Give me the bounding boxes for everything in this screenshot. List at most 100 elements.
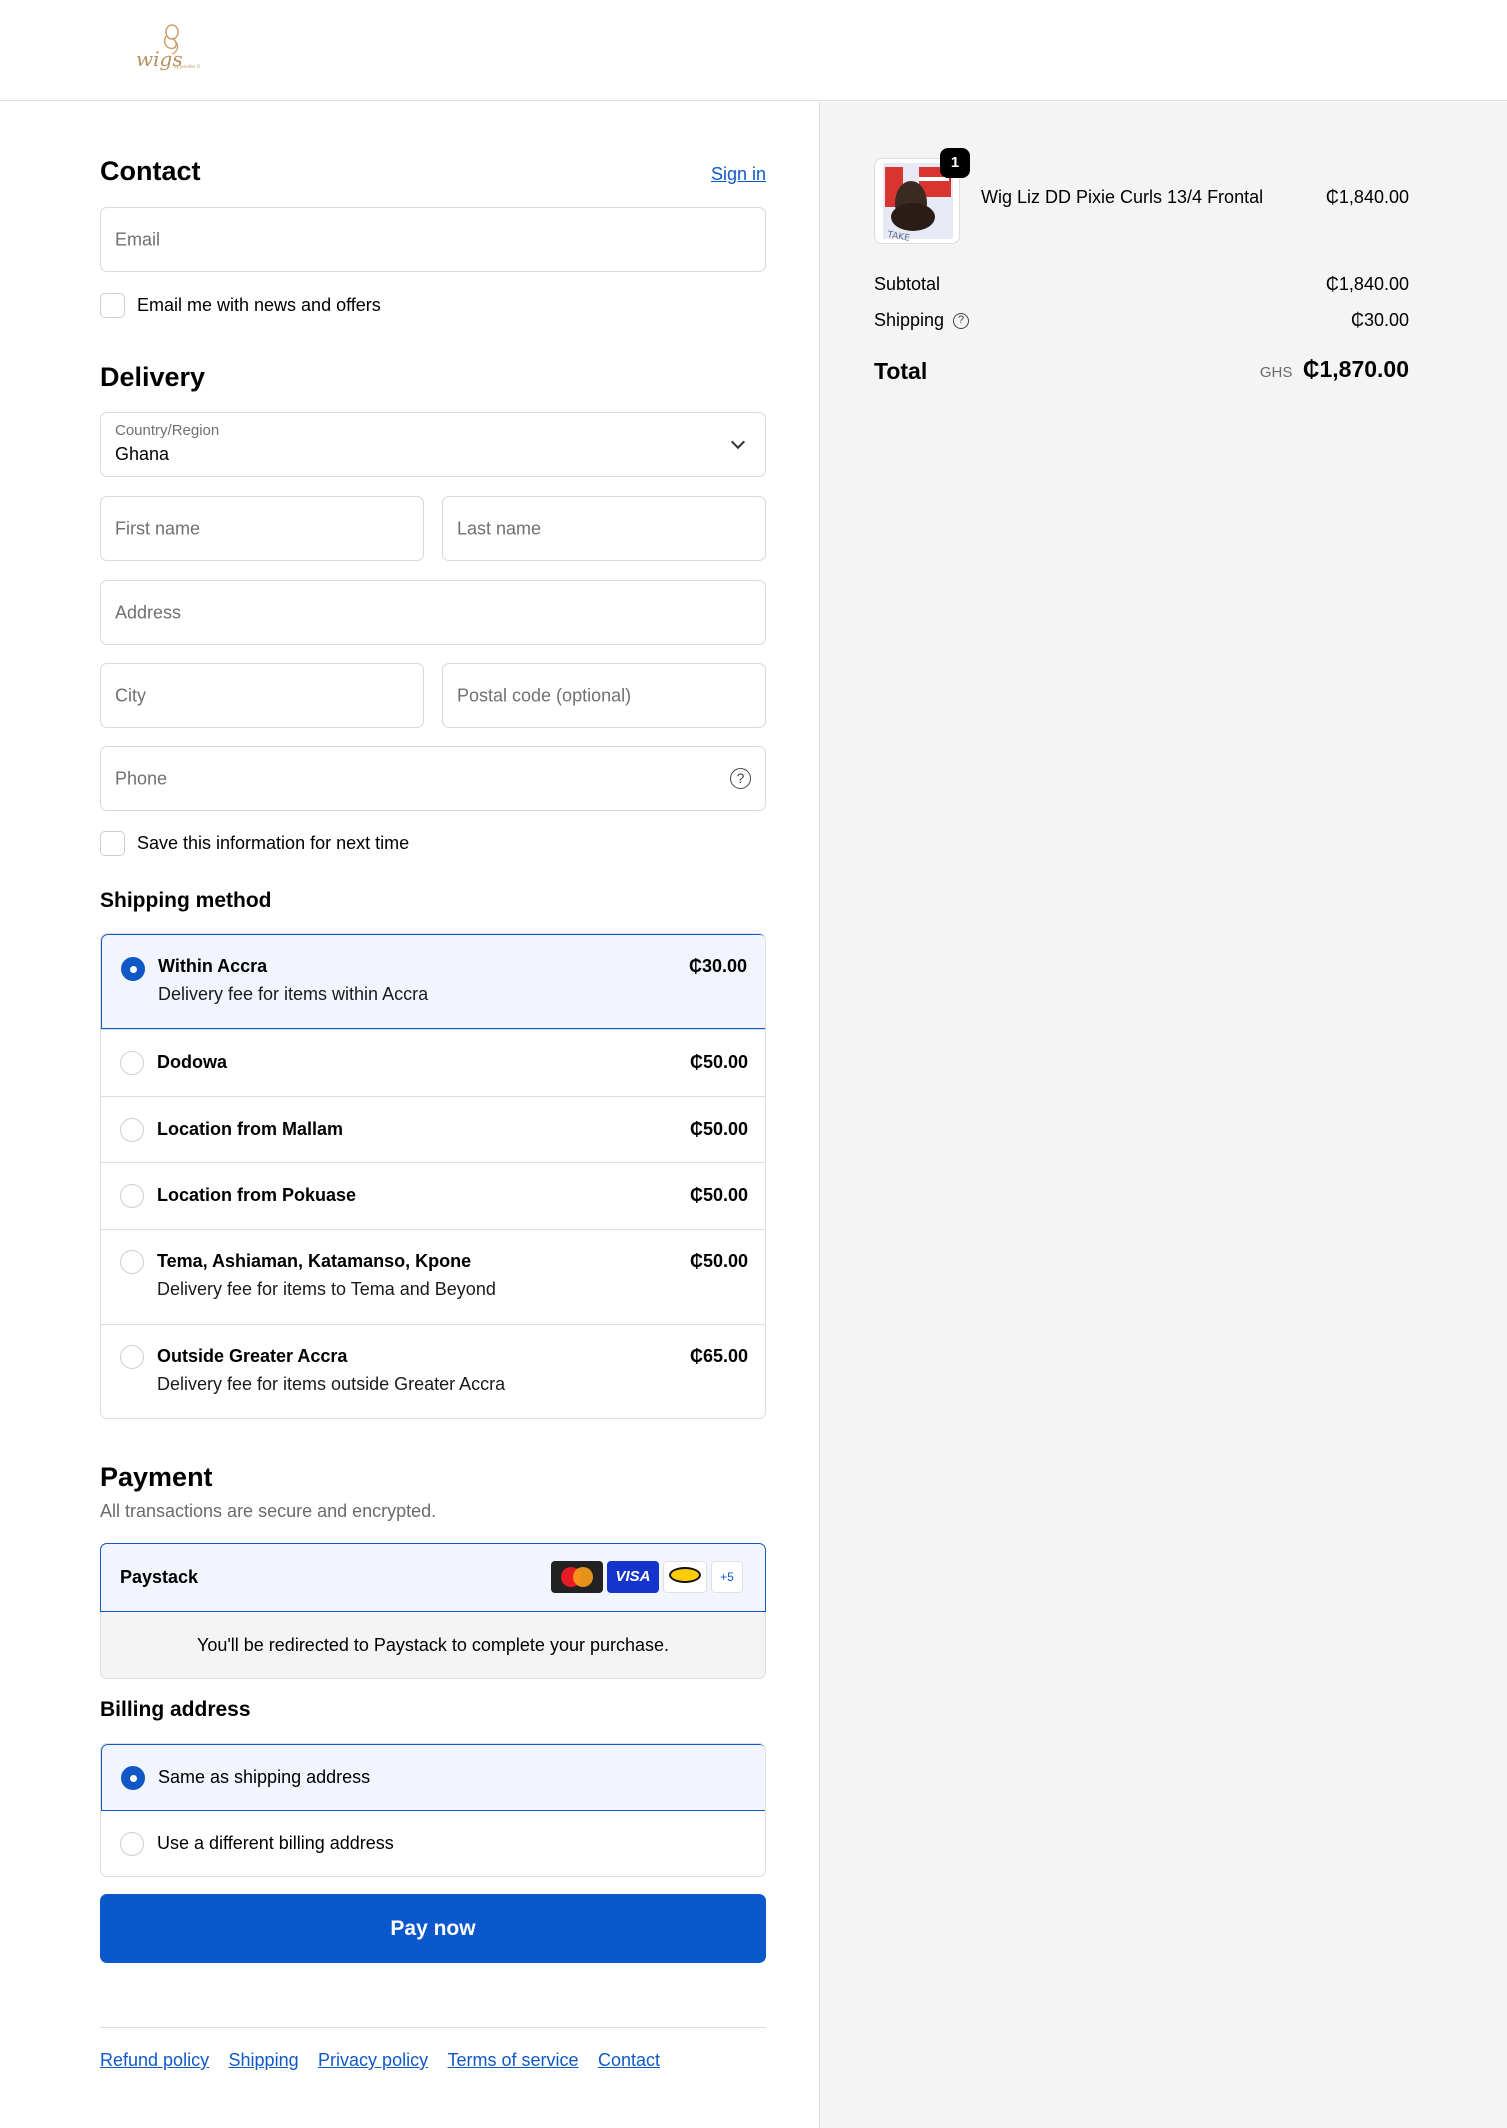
quantity-badge: 1 (940, 148, 970, 178)
shipping-option-price: ₵50.00 (689, 1251, 748, 1271)
sign-in-link[interactable]: Sign in (711, 164, 766, 185)
delivery-title: Delivery (100, 362, 206, 392)
header: wigs by Jennifer Osei (0, 0, 1507, 101)
postal-code-placeholder: Postal code (optional) (457, 685, 632, 705)
last-name-field[interactable]: Last name (442, 496, 766, 561)
phone-placeholder: Phone (115, 768, 168, 788)
redirect-note: You'll be redirected to Paystack to comp… (196, 1635, 670, 1655)
shipping-option-name: Location from Mallam (157, 1119, 344, 1139)
shipping-option-desc: Delivery fee for items within Accra (158, 984, 429, 1004)
email-placeholder: Email (115, 229, 161, 249)
shipping-label-text: Shipping (874, 310, 945, 330)
order-summary: TAKE 1 Wig Liz DD Pixie Curls 13/4 Front… (819, 102, 1507, 2128)
shipping-option[interactable]: Dodowa ₵50.00 (101, 1029, 765, 1096)
mtn-logo-shape (669, 1567, 701, 1583)
contact-link[interactable]: Contact (598, 2050, 660, 2070)
radio-icon (120, 1345, 144, 1369)
radio-icon (120, 1250, 144, 1274)
billing-different-option[interactable]: Use a different billing address (101, 1811, 765, 1876)
shipping-method-title: Shipping method (100, 889, 272, 912)
news-checkbox[interactable] (100, 293, 125, 318)
city-field[interactable]: City (100, 663, 424, 728)
product-price: ₵1,840.00 (1325, 187, 1409, 207)
refund-policy-link[interactable]: Refund policy (100, 2050, 209, 2070)
terms-of-service-link[interactable]: Terms of service (448, 2050, 579, 2070)
radio-selected-icon (121, 1766, 145, 1790)
mastercard-circle-right (573, 1567, 593, 1587)
logo-icon: wigs by Jennifer Osei (136, 24, 206, 71)
visa-icon: VISA (607, 1561, 659, 1593)
mtn-momo-icon (663, 1561, 707, 1593)
shipping-option[interactable]: Within Accra Delivery fee for items with… (101, 934, 765, 1029)
currency-code: GHS (1259, 364, 1293, 381)
product-name: Wig Liz DD Pixie Curls 13/4 Frontal (981, 187, 1264, 207)
subtotal-label: Subtotal (874, 274, 941, 294)
payment-subtitle: All transactions are secure and encrypte… (100, 1501, 437, 1521)
total-value: ₵1,870.00 (1302, 356, 1409, 382)
shipping-label: Shipping ? (874, 310, 970, 331)
shipping-option-price: ₵30.00 (688, 956, 747, 976)
privacy-policy-link[interactable]: Privacy policy (318, 2050, 428, 2070)
first-name-field[interactable]: First name (100, 496, 424, 561)
shipping-option-desc: Delivery fee for items outside Greater A… (157, 1374, 506, 1394)
shipping-option-name: Outside Greater Accra (157, 1346, 348, 1366)
shipping-option[interactable]: Outside Greater Accra Delivery fee for i… (101, 1324, 765, 1418)
phone-field[interactable]: Phone ? (100, 746, 766, 811)
address-placeholder: Address (115, 602, 182, 622)
radio-icon (120, 1118, 144, 1142)
shipping-options: Within Accra Delivery fee for items with… (100, 933, 766, 1419)
shipping-value: ₵30.00 (1350, 310, 1409, 330)
help-icon[interactable]: ? (730, 768, 751, 789)
shipping-option-price: ₵50.00 (689, 1185, 748, 1205)
city-placeholder: City (115, 685, 146, 705)
last-name-placeholder: Last name (457, 518, 542, 538)
postal-code-field[interactable]: Postal code (optional) (442, 663, 766, 728)
pay-now-button[interactable]: Pay now (100, 1894, 766, 1963)
footer-links: Refund policy Shipping Privacy policy Te… (100, 2050, 660, 2071)
shipping-option-name: Within Accra (158, 956, 268, 976)
news-label: Email me with news and offers (137, 295, 381, 315)
more-methods-badge: +5 (711, 1561, 743, 1593)
shipping-option-name: Location from Pokuase (157, 1185, 357, 1205)
shipping-option[interactable]: Tema, Ashiaman, Katamanso, Kpone Deliver… (101, 1229, 765, 1324)
subtotal-value: ₵1,840.00 (1325, 274, 1409, 294)
shipping-option[interactable]: Location from Mallam ₵50.00 (101, 1096, 765, 1162)
save-info-checkbox[interactable] (100, 831, 125, 856)
chevron-down-icon (730, 434, 746, 450)
shipping-policy-link[interactable]: Shipping (229, 2050, 299, 2070)
shipping-option-price: ₵50.00 (689, 1052, 748, 1072)
country-label: Country/Region (115, 422, 220, 439)
help-icon[interactable]: ? (953, 313, 970, 330)
total-label: Total (874, 358, 928, 384)
svg-text:by Jennifer Osei: by Jennifer Osei (174, 64, 200, 69)
shipping-option-name: Tema, Ashiaman, Katamanso, Kpone (157, 1251, 472, 1271)
payment-title: Payment (100, 1462, 213, 1492)
radio-icon (120, 1051, 144, 1075)
billing-same-label: Same as shipping address (158, 1767, 371, 1787)
store-logo[interactable]: wigs by Jennifer Osei (128, 22, 206, 76)
first-name-placeholder: First name (115, 518, 201, 538)
shipping-option-price: ₵50.00 (689, 1119, 748, 1139)
payment-method-paystack[interactable]: Paystack VISA +5 (100, 1543, 766, 1612)
radio-icon (120, 1184, 144, 1208)
email-field[interactable]: Email (100, 207, 766, 272)
radio-selected-icon (121, 957, 145, 981)
footer-divider (100, 2027, 766, 2028)
total-value-wrap: GHS ₵1,870.00 (1260, 356, 1409, 383)
paystack-label: Paystack (120, 1567, 199, 1587)
country-select[interactable]: Country/Region Ghana (100, 412, 766, 477)
billing-same-option[interactable]: Same as shipping address (101, 1744, 765, 1811)
contact-title: Contact (100, 156, 201, 186)
shipping-option[interactable]: Location from Pokuase ₵50.00 (101, 1162, 765, 1229)
shipping-option-desc: Delivery fee for items to Tema and Beyon… (157, 1279, 496, 1299)
mastercard-icon (551, 1561, 603, 1593)
paystack-redirect-panel: You'll be redirected to Paystack to comp… (100, 1612, 766, 1679)
billing-options: Same as shipping address Use a different… (100, 1743, 766, 1877)
country-value: Ghana (115, 444, 170, 464)
shipping-option-price: ₵65.00 (689, 1346, 748, 1366)
billing-different-label: Use a different billing address (157, 1833, 394, 1853)
save-info-label: Save this information for next time (137, 833, 410, 853)
radio-icon (120, 1832, 144, 1856)
address-field[interactable]: Address (100, 580, 766, 645)
billing-title: Billing address (100, 1698, 251, 1721)
